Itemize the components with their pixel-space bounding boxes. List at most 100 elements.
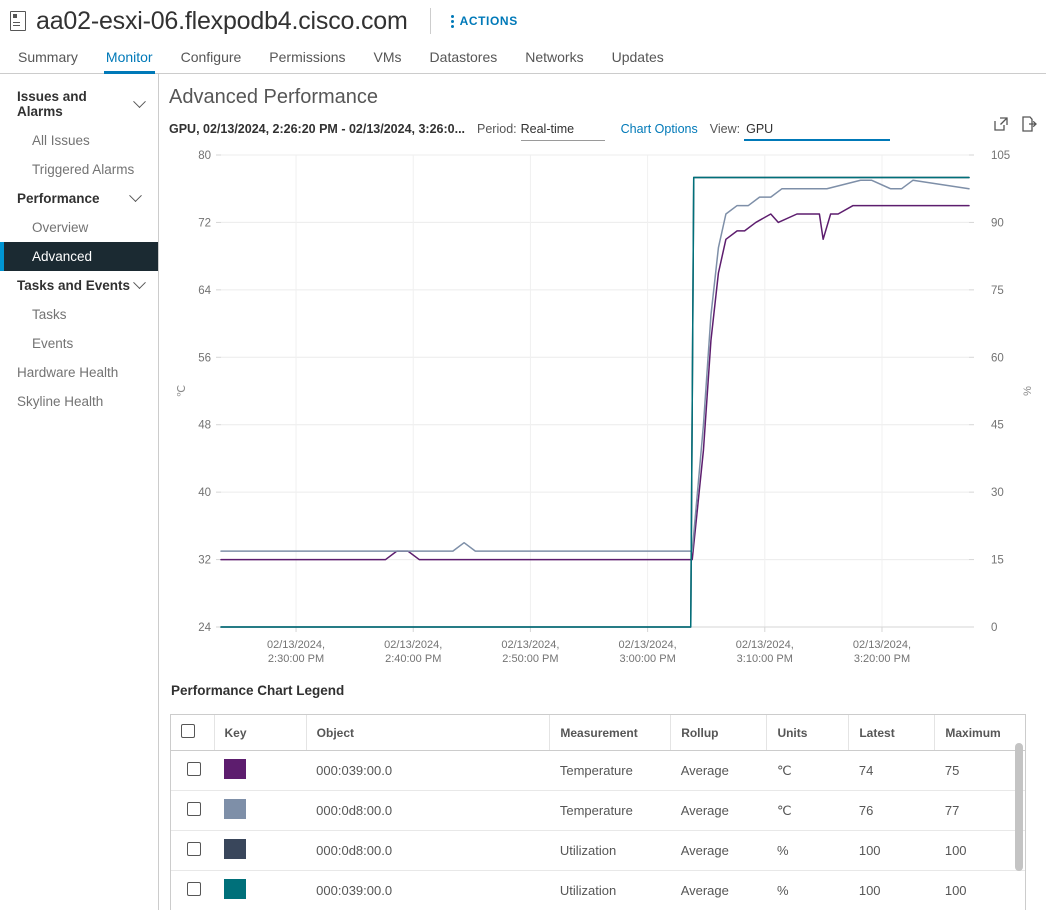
row-key-cell xyxy=(214,790,307,831)
tab-summary[interactable]: Summary xyxy=(4,49,92,73)
sidebar-item-hardware-health[interactable]: Hardware Health xyxy=(0,358,158,387)
table-row[interactable]: 000:039:00.0 Utilization Average% 100 100 xyxy=(171,871,1025,910)
legend-table-wrapper: Key Object Measurement Rollup Units Late… xyxy=(170,714,1026,910)
svg-text:48: 48 xyxy=(198,420,211,432)
table-row[interactable]: 000:039:00.0 Temperature Average ℃ 74 75 xyxy=(171,750,1025,791)
host-icon xyxy=(10,11,26,31)
object-header: aa02-esxi-06.flexpodb4.cisco.com ACTIONS xyxy=(0,0,1046,42)
sidebar-item-all-issues[interactable]: All Issues xyxy=(0,126,158,155)
table-row[interactable]: 000:0d8:00.0 Utilization Average% 100 100 xyxy=(171,830,1025,871)
select-all-checkbox[interactable] xyxy=(181,724,195,738)
legend-table-body: 000:039:00.0 Temperature Average ℃ 74 75 000:0… xyxy=(171,750,1025,910)
performance-chart-svg: 24 32 40 48 56 64 72 80 0 15 30 45 60 75 90 105 ℃ % 02/13/… xyxy=(176,150,1034,665)
row-measurement: Utilization xyxy=(549,830,671,871)
svg-text:02/13/2024,: 02/13/2024, xyxy=(384,639,442,651)
tab-monitor[interactable]: Monitor xyxy=(92,49,167,74)
svg-text:3:00:00 PM: 3:00:00 PM xyxy=(619,653,675,665)
row-units: % xyxy=(766,830,849,871)
sidebar-group-issues-and-alarms[interactable]: Issues and Alarms xyxy=(0,82,158,126)
chart-options-link[interactable]: Chart Options xyxy=(621,122,698,136)
row-key-cell xyxy=(214,830,307,871)
row-object: 000:0d8:00.0 xyxy=(306,790,550,831)
sidebar-item-triggered-alarms[interactable]: Triggered Alarms xyxy=(0,155,158,184)
period-select[interactable]: Real-time xyxy=(520,122,605,141)
sidebar-item-events[interactable]: Events xyxy=(0,329,158,358)
row-maximum: 77 xyxy=(934,790,1025,831)
header-divider xyxy=(429,8,431,34)
sidebar-group-performance[interactable]: Performance xyxy=(0,184,158,213)
popout-icon[interactable] xyxy=(992,115,1010,133)
chart-toolbar: GPU, 02/13/2024, 2:26:20 PM - 02/13/2024… xyxy=(169,115,1038,141)
row-checkbox[interactable] xyxy=(186,842,201,856)
select-all-header xyxy=(171,715,215,751)
tab-permissions[interactable]: Permissions xyxy=(255,49,359,73)
sidebar-item-tasks[interactable]: Tasks xyxy=(0,300,158,329)
row-units: ℃ xyxy=(766,790,849,831)
sidebar-item-overview[interactable]: Overview xyxy=(0,213,158,242)
svg-text:02/13/2024,: 02/13/2024, xyxy=(619,639,677,651)
svg-text:%: % xyxy=(1022,386,1034,396)
series-color-swatch xyxy=(224,839,246,859)
svg-text:3:20:00 PM: 3:20:00 PM xyxy=(854,653,910,665)
sidebar-group-label: Performance xyxy=(17,191,100,206)
tab-vms[interactable]: VMs xyxy=(360,49,416,73)
row-checkbox[interactable] xyxy=(186,882,201,896)
row-checkbox[interactable] xyxy=(186,762,201,776)
header-object[interactable]: Object xyxy=(306,715,551,751)
row-object: 000:0d8:00.0 xyxy=(306,830,550,871)
table-header-row: Key Object Measurement Rollup Units Late… xyxy=(171,715,1025,751)
row-measurement: Temperature xyxy=(549,750,671,791)
sidebar-item-skyline-health[interactable]: Skyline Health xyxy=(0,387,158,416)
performance-chart[interactable]: 24 32 40 48 56 64 72 80 0 15 30 45 60 75 90 105 ℃% 02/13/… xyxy=(169,143,1046,673)
row-rollup: Average xyxy=(670,750,767,791)
tab-updates[interactable]: Updates xyxy=(598,49,678,73)
row-latest: 76 xyxy=(848,790,935,831)
svg-text:2:30:00 PM: 2:30:00 PM xyxy=(268,653,324,665)
legend-table: Key Object Measurement Rollup Units Late… xyxy=(171,715,1025,910)
svg-text:64: 64 xyxy=(198,285,211,297)
svg-text:40: 40 xyxy=(198,487,211,499)
row-maximum: 100 xyxy=(934,830,1025,871)
chevron-down-icon xyxy=(129,189,142,203)
svg-text:2:50:00 PM: 2:50:00 PM xyxy=(502,653,558,665)
tab-configure[interactable]: Configure xyxy=(167,49,256,73)
tab-datastores[interactable]: Datastores xyxy=(416,49,512,73)
row-key-cell xyxy=(214,871,306,910)
period-label: Period: xyxy=(477,122,517,136)
header-maximum[interactable]: Maximum xyxy=(934,715,1025,751)
row-rollup: Average xyxy=(670,830,767,871)
table-row[interactable]: 000:0d8:00.0 Temperature Average ℃ 76 77 xyxy=(171,790,1025,831)
svg-text:24: 24 xyxy=(198,622,211,634)
tab-networks[interactable]: Networks xyxy=(511,49,597,73)
header-units[interactable]: Units xyxy=(766,715,850,751)
view-select[interactable]: GPU xyxy=(744,122,891,141)
header-measurement[interactable]: Measurement xyxy=(549,715,672,751)
legend-title: Performance Chart Legend xyxy=(171,683,345,698)
header-latest[interactable]: Latest xyxy=(848,715,936,751)
sidebar-group-label: Tasks and Events xyxy=(17,278,131,293)
row-checkbox[interactable] xyxy=(186,802,201,816)
svg-text:72: 72 xyxy=(198,217,211,229)
row-rollup: Average xyxy=(670,790,767,831)
row-key-cell xyxy=(214,750,307,791)
sidebar-group-tasks-and-events[interactable]: Tasks and Events xyxy=(0,271,158,300)
header-key[interactable]: Key xyxy=(214,715,307,751)
table-vertical-scrollbar[interactable] xyxy=(1015,743,1023,871)
actions-button[interactable]: ACTIONS xyxy=(450,14,518,28)
row-latest: 74 xyxy=(848,750,935,791)
page-object-title: aa02-esxi-06.flexpodb4.cisco.com xyxy=(36,6,408,35)
chevron-down-icon xyxy=(133,94,146,108)
sidebar-item-advanced[interactable]: Advanced xyxy=(0,242,158,271)
row-units: ℃ xyxy=(766,750,849,791)
tab-bar: Summary Monitor Configure Permissions VM… xyxy=(0,42,1046,74)
svg-text:60: 60 xyxy=(991,352,1004,364)
svg-text:2:40:00 PM: 2:40:00 PM xyxy=(385,653,441,665)
kebab-icon xyxy=(450,14,454,28)
svg-text:02/13/2024,: 02/13/2024, xyxy=(501,639,559,651)
svg-text:15: 15 xyxy=(991,555,1004,567)
export-icon[interactable] xyxy=(1020,115,1038,133)
chevron-down-icon xyxy=(133,276,146,290)
header-rollup[interactable]: Rollup xyxy=(670,715,768,751)
svg-text:75: 75 xyxy=(991,285,1004,297)
row-maximum: 100 xyxy=(944,883,967,898)
